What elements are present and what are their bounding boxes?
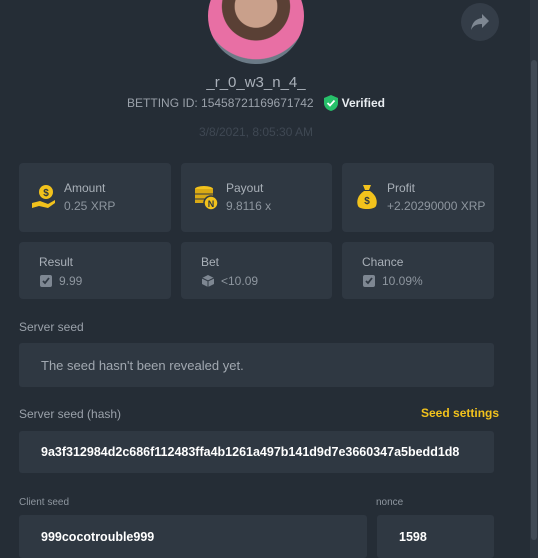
result-label: Result: [39, 255, 74, 269]
payout-value: 9.8116 x: [226, 199, 272, 213]
verified-badge: Verified: [323, 95, 385, 111]
username: _r_0_w3_n_4_: [206, 74, 306, 91]
svg-text:N: N: [208, 199, 215, 209]
profit-card: $ Profit +2.20290000 XRP: [342, 163, 494, 232]
money-bag-icon: $: [357, 185, 377, 209]
shield-check-icon: [323, 95, 338, 111]
scrollbar-thumb[interactable]: [531, 60, 537, 540]
payout-card: N Payout 9.8116 x: [181, 163, 332, 232]
svg-text:$: $: [43, 188, 49, 199]
chance-card: Chance 10.09%: [342, 242, 494, 299]
amount-value: 0.25 XRP: [64, 199, 116, 213]
bet-value: <10.09: [221, 274, 259, 288]
share-icon: [471, 14, 489, 30]
amount-card: $ Amount 0.25 XRP: [19, 163, 171, 232]
result-card: Result 9.99: [19, 242, 171, 299]
avatar: [208, 0, 304, 64]
payout-label: Payout: [226, 181, 264, 195]
bet-timestamp: 3/8/2021, 8:05:30 AM: [198, 125, 314, 139]
cube-icon: [201, 275, 215, 287]
client-seed-label: Client seed: [19, 497, 70, 508]
nonce-label: nonce: [376, 497, 404, 508]
client-seed-field[interactable]: 999cocotrouble999: [19, 515, 367, 558]
bet-card: Bet <10.09: [181, 242, 332, 299]
money-bag-hand-icon: $: [32, 185, 55, 208]
share-button[interactable]: [461, 3, 499, 41]
dice-check-icon: [363, 275, 375, 287]
verified-label: Verified: [341, 96, 385, 110]
result-value: 9.99: [59, 274, 83, 288]
svg-text:$: $: [364, 196, 370, 207]
chance-value: 10.09%: [382, 274, 423, 288]
seed-settings-link[interactable]: Seed settings: [421, 406, 499, 420]
amount-label: Amount: [64, 181, 106, 195]
server-seed-label: Server seed: [19, 320, 84, 334]
bet-label: Bet: [201, 255, 220, 269]
server-seed-field: The seed hasn't been revealed yet.: [19, 343, 494, 387]
profit-label: Profit: [387, 181, 416, 195]
chance-label: Chance: [362, 255, 404, 269]
betting-id: BETTING ID: 15458721169671742: [127, 96, 314, 110]
profit-value: +2.20290000 XRP: [387, 199, 486, 213]
coin-stack-icon: N: [195, 186, 219, 211]
server-seed-hash-field[interactable]: 9a3f312984d2c686f112483ffa4b1261a497b141…: [19, 431, 494, 473]
server-seed-hash-label: Server seed (hash): [19, 407, 122, 421]
dice-check-icon: [40, 275, 52, 287]
betting-info: BETTING ID: 15458721169671742 Verified: [0, 95, 512, 111]
nonce-field[interactable]: 1598: [377, 515, 494, 558]
